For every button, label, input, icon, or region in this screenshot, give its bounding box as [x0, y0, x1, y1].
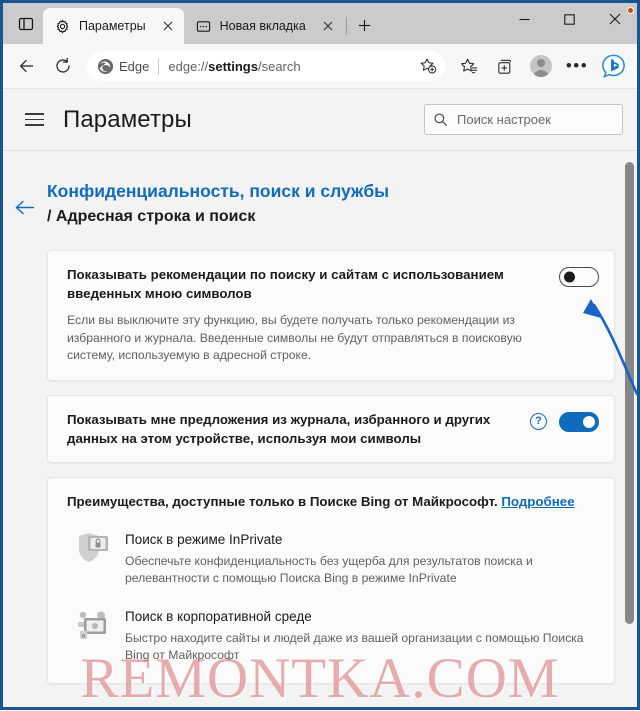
- bing-benefits-card: Преимущества, доступные только в Поиске …: [47, 477, 615, 684]
- scrollbar-thumb[interactable]: [625, 162, 634, 624]
- benefit-title: Поиск в корпоративной среде: [125, 607, 595, 627]
- url-text: edge://settings/search: [168, 59, 415, 74]
- toggle-knob: [583, 416, 595, 428]
- breadcrumb-parent-link[interactable]: Конфиденциальность, поиск и службы: [47, 178, 389, 204]
- collections-button[interactable]: [489, 50, 521, 82]
- tab-strip: Параметры Новая вкладка: [3, 3, 637, 44]
- settings-page: Параметры Поиск настроек Конфиденц: [3, 89, 637, 707]
- close-icon[interactable]: [318, 16, 338, 36]
- settings-content: Конфиденциальность, поиск и службы / Адр…: [3, 152, 637, 707]
- edge-brand-label: Edge: [119, 59, 149, 74]
- bing-benefits-title: Преимущества, доступные только в Поиске …: [67, 492, 595, 511]
- edge-brand-chip: Edge: [97, 58, 149, 75]
- bing-copilot-icon: [600, 53, 627, 80]
- tab-title: Новая вкладка: [220, 19, 318, 33]
- breadcrumb-current: / Адресная строка и поиск: [47, 204, 389, 230]
- window-icon: [195, 18, 212, 35]
- plus-icon: [357, 18, 372, 33]
- second-setting-toggle[interactable]: [559, 412, 599, 432]
- copilot-button[interactable]: [597, 50, 629, 82]
- add-favorite-icon[interactable]: [415, 53, 441, 79]
- settings-search-box[interactable]: Поиск настроек: [424, 104, 623, 135]
- maximize-icon: [564, 14, 575, 25]
- edge-logo-icon: [97, 58, 114, 75]
- tab-actions-icon: [18, 16, 34, 32]
- new-tab-button[interactable]: [351, 11, 379, 39]
- benefit-title: Поиск в режиме InPrivate: [125, 530, 595, 550]
- benefit-description: Быстро находите сайты и людей даже из ва…: [125, 630, 595, 665]
- setting-card-suggestions: Показывать рекомендации по поиску и сайт…: [47, 250, 615, 381]
- benefit-item: Поиск в режиме InPrivate Обеспечьте конф…: [67, 530, 595, 588]
- benefit-description: Обеспечьте конфиденциальность без ущерба…: [125, 553, 595, 588]
- address-bar[interactable]: Edge edge://settings/search: [87, 51, 445, 81]
- refresh-button[interactable]: [47, 50, 79, 82]
- tab-actions-menu-button[interactable]: [9, 7, 43, 41]
- setting-description: Если вы выключите эту функцию, вы будете…: [48, 303, 614, 380]
- avatar: [530, 55, 552, 77]
- favorites-button[interactable]: [453, 50, 485, 82]
- first-setting-toggle[interactable]: [559, 267, 599, 287]
- gear-icon: [54, 18, 71, 35]
- settings-search-placeholder: Поиск настроек: [457, 112, 551, 127]
- search-icon: [433, 112, 448, 127]
- more-settings-button[interactable]: •••: [561, 50, 593, 82]
- navigation-toolbar: Edge edge://settings/search: [3, 44, 637, 89]
- tab-title: Параметры: [79, 19, 158, 33]
- back-button[interactable]: [11, 50, 43, 82]
- profile-button[interactable]: [525, 50, 557, 82]
- tab-new-tab[interactable]: Новая вкладка: [184, 8, 344, 44]
- close-icon[interactable]: [158, 16, 178, 36]
- collections-icon: [496, 57, 515, 76]
- back-icon: [18, 57, 36, 75]
- setting-label: Показывать рекомендации по поиску и сайт…: [67, 265, 559, 303]
- hamburger-icon[interactable]: [25, 109, 47, 131]
- breadcrumb: Конфиденциальность, поиск и службы / Адр…: [3, 152, 637, 230]
- toggle-knob: [564, 272, 575, 283]
- learn-more-link[interactable]: Подробнее: [501, 494, 574, 509]
- back-arrow-icon[interactable]: [3, 178, 47, 215]
- maximize-button[interactable]: [547, 3, 592, 35]
- tab-divider: [346, 17, 347, 35]
- setting-row: Показывать рекомендации по поиску и сайт…: [48, 251, 614, 303]
- refresh-icon: [54, 57, 72, 75]
- question-mark-icon[interactable]: ?: [530, 413, 547, 430]
- ellipsis-icon: •••: [566, 62, 588, 71]
- setting-row: Показывать мне предложения из журнала, и…: [48, 396, 614, 462]
- page-title: Параметры: [63, 106, 192, 134]
- omnibox-separator: [158, 58, 159, 75]
- setting-card-local-suggestions: Показывать мне предложения из журнала, и…: [47, 395, 615, 463]
- shield-lock-icon: [73, 530, 113, 568]
- bing-benefits-title-text: Преимущества, доступные только в Поиске …: [67, 494, 498, 509]
- vertical-scrollbar[interactable]: [622, 152, 637, 707]
- profile-notification-badge: [627, 7, 634, 14]
- browser-window: Параметры Новая вкладка: [0, 0, 640, 710]
- close-icon: [609, 13, 621, 25]
- minimize-icon: [519, 14, 530, 25]
- tab-settings[interactable]: Параметры: [43, 8, 184, 44]
- setting-label: Показывать мне предложения из журнала, и…: [67, 410, 530, 448]
- benefit-item: Поиск в корпоративной среде Быстро наход…: [67, 607, 595, 665]
- enterprise-search-icon: [73, 607, 113, 645]
- favorites-icon: [460, 57, 479, 76]
- settings-header: Параметры Поиск настроек: [3, 89, 637, 151]
- window-controls: [502, 3, 637, 44]
- minimize-button[interactable]: [502, 3, 547, 35]
